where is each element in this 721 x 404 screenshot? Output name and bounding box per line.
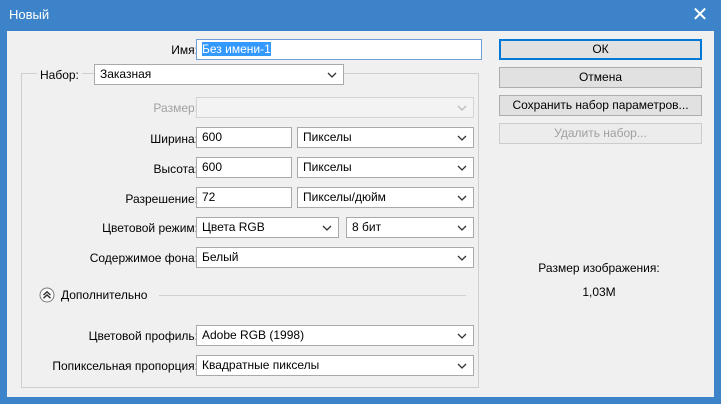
chevron-down-icon (457, 193, 467, 203)
chevron-down-icon (457, 103, 467, 113)
background-label: Содержимое фона: (89, 251, 198, 265)
pixel-aspect-select[interactable]: Квадратные пикселы (196, 355, 474, 376)
image-size-value: 1,03M (582, 285, 616, 299)
color-mode-select[interactable]: Цвета RGB (196, 217, 339, 238)
size-select[interactable] (196, 97, 474, 118)
save-preset-button[interactable]: Сохранить набор параметров... (499, 95, 702, 116)
width-unit-value: Пикселы (303, 130, 352, 144)
title-bar: Новый ✕ (0, 0, 721, 31)
preset-select[interactable]: Заказная (94, 64, 344, 85)
color-mode-value: Цвета RGB (202, 220, 265, 234)
preset-label: Набор: (37, 68, 82, 82)
width-label: Ширина: (150, 132, 198, 146)
color-profile-label: Цветовой профиль: (88, 329, 198, 343)
window-title: Новый (9, 7, 50, 22)
chevron-down-icon (457, 331, 467, 341)
color-profile-value: Adobe RGB (1998) (202, 328, 305, 342)
dialog-body: Имя: Без имени-1 Набор: Заказная Размер:… (7, 31, 714, 397)
cancel-button[interactable]: Отмена (499, 67, 702, 88)
chevron-down-icon (457, 361, 467, 371)
resolution-unit-value: Пикселы/дюйм (303, 190, 386, 204)
name-input[interactable]: Без имени-1 (196, 39, 482, 60)
height-input[interactable]: 600 (196, 157, 292, 178)
chevron-down-icon (457, 133, 467, 143)
resolution-input[interactable]: 72 (196, 187, 292, 208)
pixel-aspect-value: Квадратные пикселы (202, 358, 320, 372)
new-document-dialog: Новый ✕ Имя: Без имени-1 Набор: Заказная… (0, 0, 721, 404)
chevron-down-icon (457, 223, 467, 233)
preset-value: Заказная (100, 67, 152, 81)
width-input[interactable]: 600 (196, 127, 292, 148)
height-unit-select[interactable]: Пикселы (297, 157, 474, 178)
size-label: Размер: (153, 101, 198, 115)
ok-button[interactable]: ОК (499, 39, 702, 60)
chevron-down-icon (327, 70, 337, 80)
resolution-label: Разрешение: (125, 192, 198, 206)
height-label: Высота: (153, 162, 198, 176)
width-unit-select[interactable]: Пикселы (297, 127, 474, 148)
image-size-label: Размер изображения: (538, 261, 660, 275)
background-value: Белый (202, 250, 239, 264)
color-profile-select[interactable]: Adobe RGB (1998) (196, 325, 474, 346)
chevron-down-icon (457, 253, 467, 263)
height-value: 600 (202, 160, 223, 174)
chevron-down-icon (322, 223, 332, 233)
background-select[interactable]: Белый (196, 247, 474, 268)
resolution-unit-select[interactable]: Пикселы/дюйм (297, 187, 474, 208)
chevron-down-icon (457, 163, 467, 173)
pixel-aspect-label: Попиксельная пропорция: (52, 359, 198, 373)
bit-depth-value: 8 бит (352, 220, 382, 234)
double-chevron-up-icon (39, 287, 55, 303)
width-value: 600 (202, 130, 223, 144)
resolution-value: 72 (202, 190, 216, 204)
advanced-label: Дополнительно (61, 288, 148, 302)
delete-preset-button[interactable]: Удалить набор... (499, 123, 702, 144)
close-button[interactable]: ✕ (679, 0, 721, 31)
advanced-divider (159, 295, 466, 296)
color-mode-label: Цветовой режим: (102, 221, 198, 235)
close-icon: ✕ (691, 4, 709, 26)
name-input-value: Без имени-1 (202, 42, 271, 56)
bit-depth-select[interactable]: 8 бит (346, 217, 474, 238)
name-label: Имя: (171, 43, 198, 57)
height-unit-value: Пикселы (303, 160, 352, 174)
